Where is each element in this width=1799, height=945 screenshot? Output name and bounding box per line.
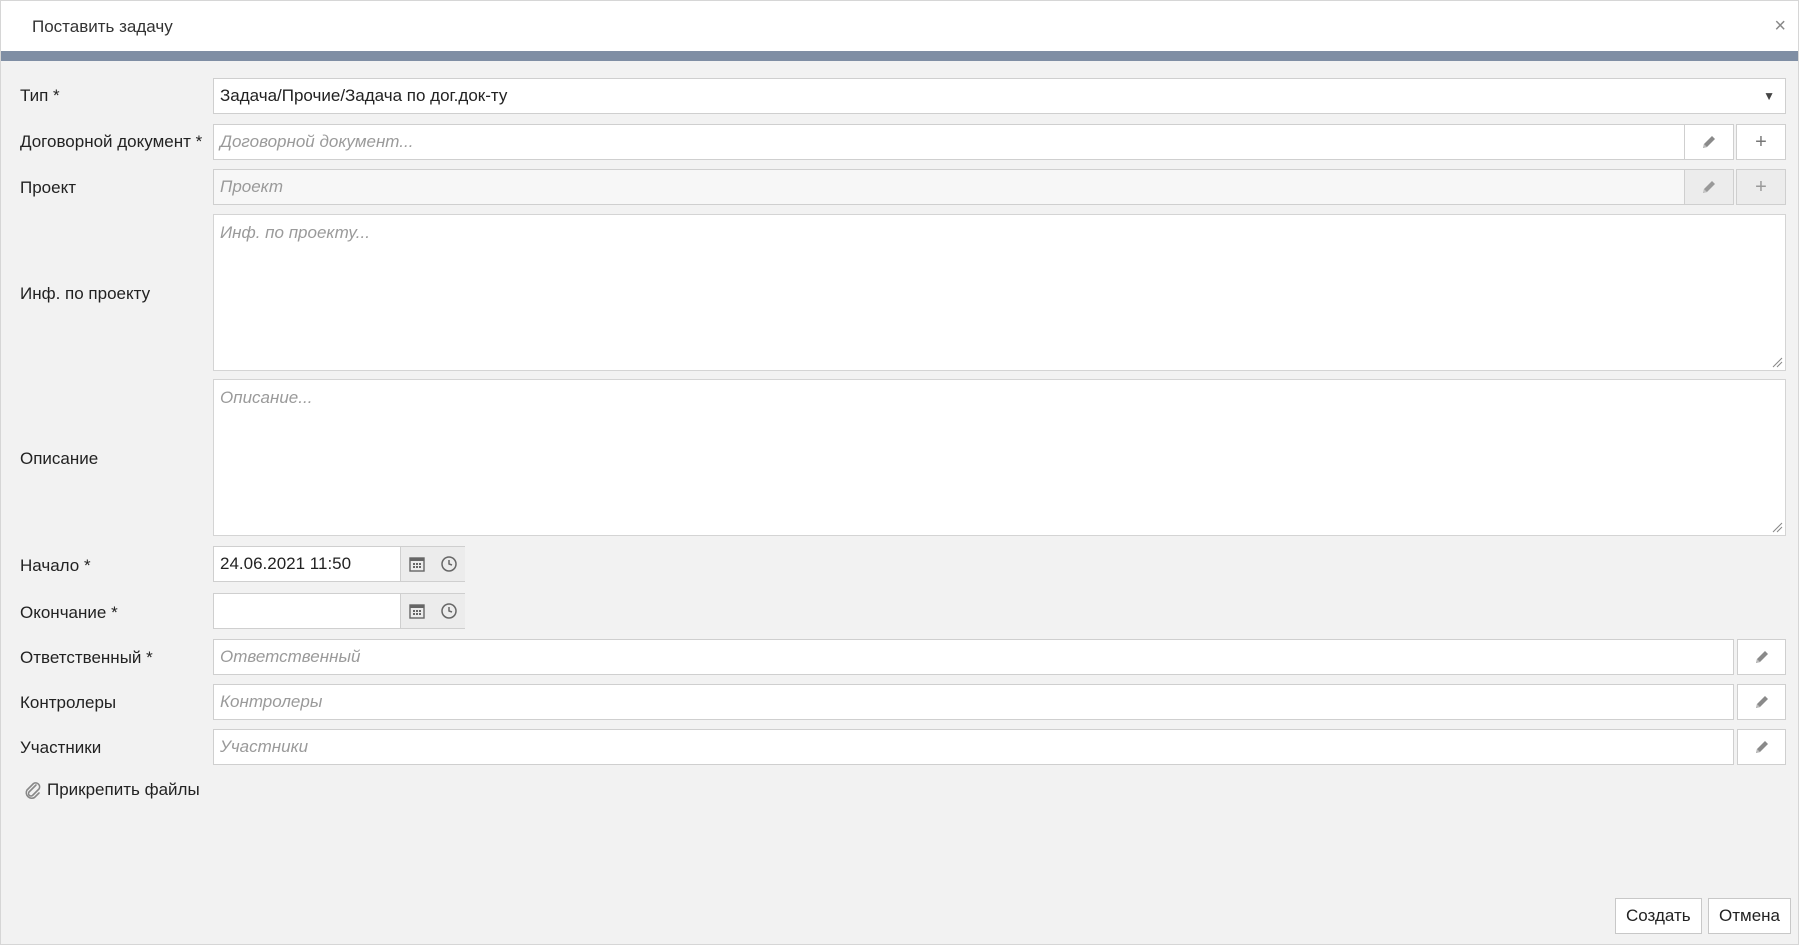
paperclip-icon: [25, 782, 41, 799]
pencil-icon: [1755, 651, 1768, 663]
description-placeholder: Описание...: [220, 388, 313, 407]
attach-files-link[interactable]: Прикрепить файлы: [23, 780, 200, 800]
plus-icon: +: [1755, 130, 1767, 153]
type-select-value: Задача/Прочие/Задача по дог.док-ту: [220, 86, 508, 105]
close-icon[interactable]: ×: [1774, 16, 1786, 36]
description-label: Описание: [20, 449, 99, 468]
end-datetime-field: [213, 593, 465, 629]
dialog-title: Поставить задачу: [32, 17, 173, 36]
calendar-icon[interactable]: [408, 602, 426, 620]
resize-grip-icon[interactable]: [1771, 521, 1783, 533]
pencil-icon: [1755, 696, 1768, 708]
pencil-icon: [1703, 181, 1715, 193]
contract-doc-input[interactable]: Договорной документ...: [213, 124, 1685, 160]
controllers-input[interactable]: Контролеры: [213, 684, 1734, 720]
start-label: Начало *: [20, 556, 91, 575]
clock-icon[interactable]: [440, 602, 458, 620]
responsible-placeholder: Ответственный: [220, 647, 361, 666]
contract-doc-placeholder: Договорной документ...: [220, 132, 414, 151]
responsible-label: Ответственный *: [20, 648, 153, 667]
controllers-label: Контролеры: [20, 693, 117, 712]
participants-label: Участники: [20, 738, 102, 757]
end-date-input[interactable]: [214, 594, 400, 628]
titlebar-stripe: [1, 51, 1798, 61]
participants-input[interactable]: Участники: [213, 729, 1734, 765]
task-dialog: Поставить задачу × Тип * Задача/Прочие/З…: [0, 0, 1799, 945]
controllers-placeholder: Контролеры: [220, 692, 323, 711]
responsible-edit-button[interactable]: [1737, 639, 1786, 675]
cancel-button[interactable]: Отмена: [1708, 898, 1791, 934]
start-datetime-field: 24.06.2021 11:50: [213, 546, 465, 582]
project-placeholder: Проект: [220, 177, 284, 196]
pencil-icon: [1755, 741, 1768, 753]
start-date-input[interactable]: 24.06.2021 11:50: [214, 547, 400, 581]
participants-edit-button[interactable]: [1737, 729, 1786, 765]
resize-grip-icon[interactable]: [1771, 356, 1783, 368]
pencil-icon: [1703, 136, 1715, 148]
project-info-placeholder: Инф. по проекту...: [220, 223, 370, 242]
plus-icon: +: [1755, 175, 1767, 198]
description-textarea[interactable]: Описание...: [213, 379, 1786, 536]
project-input[interactable]: Проект: [213, 169, 1685, 205]
responsible-input[interactable]: Ответственный: [213, 639, 1734, 675]
project-add-button[interactable]: +: [1736, 169, 1786, 205]
calendar-icon[interactable]: [408, 555, 426, 573]
dialog-titlebar: Поставить задачу ×: [1, 1, 1798, 51]
contract-doc-edit-button[interactable]: [1684, 124, 1734, 160]
project-label: Проект: [20, 178, 76, 197]
controllers-edit-button[interactable]: [1737, 684, 1786, 720]
type-label: Тип *: [20, 86, 60, 105]
clock-icon[interactable]: [440, 555, 458, 573]
contract-doc-add-button[interactable]: +: [1736, 124, 1786, 160]
type-select[interactable]: Задача/Прочие/Задача по дог.док-ту ▼: [213, 78, 1786, 114]
end-label: Окончание *: [20, 603, 118, 622]
project-info-textarea[interactable]: Инф. по проекту...: [213, 214, 1786, 371]
attach-files-label: Прикрепить файлы: [47, 780, 200, 799]
contract-doc-label: Договорной документ *: [20, 132, 203, 151]
participants-placeholder: Участники: [220, 737, 309, 756]
project-info-label: Инф. по проекту: [20, 284, 151, 303]
end-date-buttons: [400, 594, 465, 628]
chevron-down-icon: ▼: [1763, 89, 1775, 103]
create-button[interactable]: Создать: [1615, 898, 1702, 934]
project-edit-button[interactable]: [1684, 169, 1734, 205]
start-date-buttons: [400, 547, 465, 581]
